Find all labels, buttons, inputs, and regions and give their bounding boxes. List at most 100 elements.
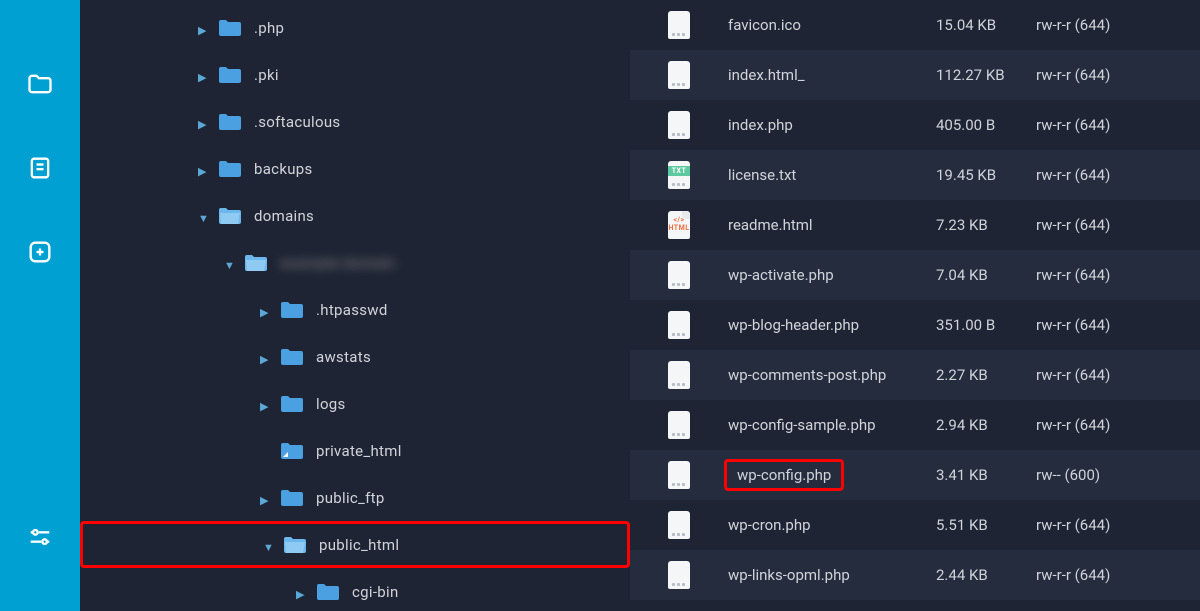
file-name: index.html_: [724, 64, 808, 86]
chevron-right-icon: ▶: [296, 588, 304, 596]
file-size: 2.44 KB: [936, 566, 1036, 584]
file-icon: [668, 311, 724, 339]
file-icon: [668, 261, 724, 289]
file-name: wp-blog-header.php: [724, 314, 863, 336]
file-icon: [668, 411, 724, 439]
file-row[interactable]: wp-links-opml.php 2.44 KB rw-r-r (644): [630, 550, 1200, 600]
tree-item-awstats[interactable]: ▶ awstats: [80, 333, 630, 380]
tree-item-logs[interactable]: ▶ logs: [80, 380, 630, 427]
tree-item--pki[interactable]: ▶ .pki: [80, 51, 630, 98]
tree-item-label: .php: [254, 19, 284, 37]
file-size: 351.00 B: [936, 316, 1036, 334]
tree-item--htpasswd[interactable]: ▶ .htpasswd: [80, 286, 630, 333]
file-row[interactable]: TXT license.txt 19.45 KB rw-r-r (644): [630, 150, 1200, 200]
chevron-right-icon: ▶: [260, 494, 268, 502]
file-icon: [668, 511, 724, 539]
folder-icon: [218, 18, 242, 38]
settings-icon[interactable]: [25, 523, 55, 551]
file-row[interactable]: wp-comments-post.php 2.27 KB rw-r-r (644…: [630, 350, 1200, 400]
folder-icon: [218, 206, 242, 226]
file-permissions: rw-r-r (644): [1036, 166, 1200, 184]
folder-icon: [280, 300, 304, 320]
file-size: 112.27 KB: [936, 66, 1036, 84]
file-permissions: rw-- (600): [1036, 466, 1200, 484]
file-name: readme.html: [724, 214, 817, 236]
file-name: wp-config-sample.php: [724, 414, 880, 436]
tree-item-label: private_html: [316, 442, 402, 460]
tree-item-public-ftp[interactable]: ▶ public_ftp: [80, 474, 630, 521]
folder-icon: [218, 159, 242, 179]
file-name: favicon.ico: [724, 14, 805, 36]
chevron-down-icon: ▼: [263, 541, 271, 549]
chevron-right-icon: ▶: [198, 165, 206, 173]
notes-icon[interactable]: [25, 154, 55, 182]
chevron-right-icon: ▶: [198, 24, 206, 32]
file-size: 19.45 KB: [936, 166, 1036, 184]
file-name: wp-links-opml.php: [724, 564, 854, 586]
tree-item-domains[interactable]: ▼ domains: [80, 192, 630, 239]
file-name: wp-activate.php: [724, 264, 838, 286]
tree-item-private-html[interactable]: private_html: [80, 427, 630, 474]
add-icon[interactable]: [25, 238, 55, 266]
chevron-right-icon: ▶: [198, 71, 206, 79]
folder-icon: [280, 347, 304, 367]
file-size: 405.00 B: [936, 116, 1036, 134]
tree-item-label: awstats: [316, 348, 371, 366]
file-icon: [668, 11, 724, 39]
file-icon: [668, 461, 724, 489]
folder-icon: [280, 441, 304, 461]
tree-item-label: public_html: [319, 536, 399, 554]
tree-item-backups[interactable]: ▶ backups: [80, 145, 630, 192]
tree-item-label: .softaculous: [254, 113, 340, 131]
file-row[interactable]: wp-activate.php 7.04 KB rw-r-r (644): [630, 250, 1200, 300]
file-permissions: rw-r-r (644): [1036, 216, 1200, 234]
tree-item-label: example-domain: [280, 254, 395, 272]
chevron-down-icon: ▼: [224, 259, 232, 267]
file-size: 2.27 KB: [936, 366, 1036, 384]
tree-item-label: logs: [316, 395, 346, 413]
file-row[interactable]: wp-config-sample.php 2.94 KB rw-r-r (644…: [630, 400, 1200, 450]
file-size: 2.94 KB: [936, 416, 1036, 434]
file-permissions: rw-r-r (644): [1036, 116, 1200, 134]
file-permissions: rw-r-r (644): [1036, 416, 1200, 434]
file-row[interactable]: index.html_ 112.27 KB rw-r-r (644): [630, 50, 1200, 100]
chevron-right-icon: ▶: [198, 118, 206, 126]
folder-icon: [280, 394, 304, 414]
file-permissions: rw-r-r (644): [1036, 316, 1200, 334]
tree-item--softaculous[interactable]: ▶ .softaculous: [80, 98, 630, 145]
file-permissions: rw-r-r (644): [1036, 516, 1200, 534]
tree-item-example-domain[interactable]: ▼ example-domain: [80, 239, 630, 286]
file-icon: [668, 61, 724, 89]
file-name: wp-cron.php: [724, 514, 815, 536]
file-row[interactable]: index.php 405.00 B rw-r-r (644): [630, 100, 1200, 150]
file-size: 7.23 KB: [936, 216, 1036, 234]
file-permissions: rw-r-r (644): [1036, 266, 1200, 284]
chevron-right-icon: [260, 447, 268, 455]
files-icon[interactable]: [25, 70, 55, 98]
file-name: wp-config.php: [724, 459, 844, 491]
file-row[interactable]: wp-config.php 3.41 KB rw-- (600): [630, 450, 1200, 500]
folder-icon: [244, 253, 268, 273]
file-row[interactable]: </>HTML readme.html 7.23 KB rw-r-r (644): [630, 200, 1200, 250]
file-name: index.php: [724, 114, 797, 136]
file-size: 15.04 KB: [936, 16, 1036, 34]
tree-item-cgi-bin[interactable]: ▶ cgi-bin: [80, 568, 630, 611]
tree-item-label: cgi-bin: [352, 583, 399, 601]
tree-item-label: .htpasswd: [316, 301, 388, 319]
file-permissions: rw-r-r (644): [1036, 66, 1200, 84]
tree-item-public-html[interactable]: ▼ public_html: [80, 521, 630, 568]
file-row[interactable]: wp-blog-header.php 351.00 B rw-r-r (644): [630, 300, 1200, 350]
tree-item-label: domains: [254, 207, 314, 225]
folder-icon: [218, 65, 242, 85]
file-icon: [668, 111, 724, 139]
file-row[interactable]: wp-cron.php 5.51 KB rw-r-r (644): [630, 500, 1200, 550]
file-icon: TXT: [668, 161, 724, 189]
file-size: 7.04 KB: [936, 266, 1036, 284]
folder-icon: [218, 112, 242, 132]
file-name: license.txt: [724, 164, 800, 186]
file-list: favicon.ico 15.04 KB rw-r-r (644) index.…: [630, 0, 1200, 611]
file-icon: </>HTML: [668, 211, 724, 239]
file-name: wp-comments-post.php: [724, 364, 890, 386]
file-row[interactable]: favicon.ico 15.04 KB rw-r-r (644): [630, 0, 1200, 50]
tree-item--php[interactable]: ▶ .php: [80, 4, 630, 51]
